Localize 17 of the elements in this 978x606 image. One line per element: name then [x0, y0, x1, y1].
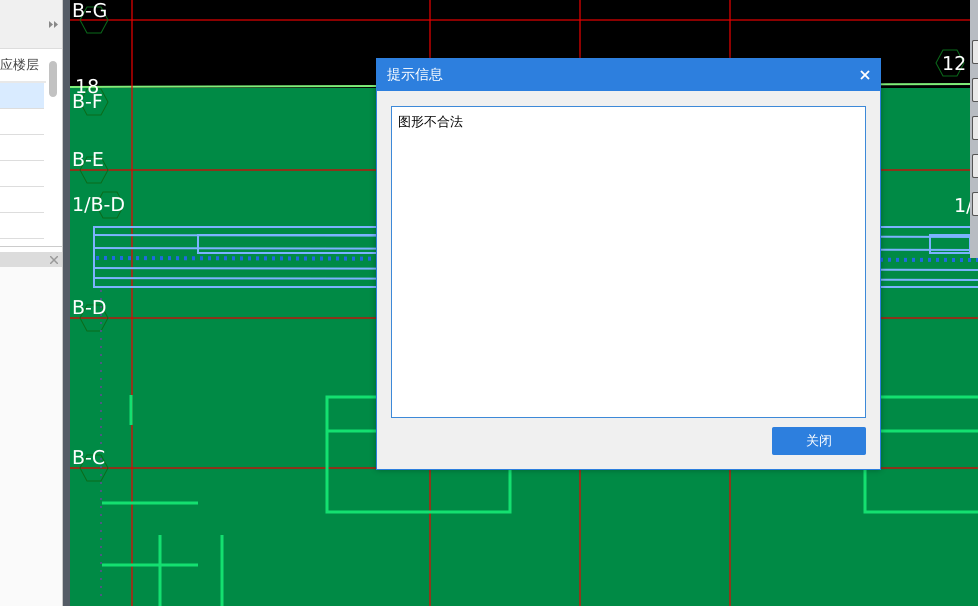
axis-label: 1/B-D: [72, 194, 126, 216]
expand-icon[interactable]: [49, 20, 58, 28]
tool-icon[interactable]: [972, 116, 978, 140]
axis-label: B-G: [72, 0, 108, 22]
axis-label: B-D: [72, 297, 107, 319]
table-row[interactable]: [0, 83, 44, 109]
tool-icon[interactable]: [972, 40, 978, 64]
close-icon[interactable]: [50, 256, 58, 264]
axis-label: B-E: [72, 149, 104, 171]
close-button[interactable]: 关闭: [772, 427, 866, 455]
message-text: 图形不合法: [391, 106, 866, 418]
tool-icon[interactable]: [972, 78, 978, 102]
tool-icon[interactable]: [972, 192, 978, 216]
tool-icon[interactable]: [972, 154, 978, 178]
axis-label: B-C: [72, 447, 106, 469]
dialog-title: 提示信息: [387, 66, 443, 84]
axis-label: 12: [942, 53, 966, 75]
